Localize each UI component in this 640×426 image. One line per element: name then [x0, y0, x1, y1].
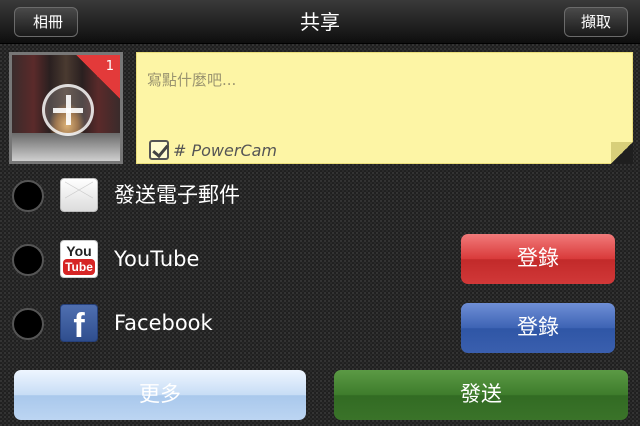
youtube-radio[interactable]	[12, 244, 44, 276]
send-button[interactable]: 發送	[334, 370, 628, 420]
youtube-icon-top: You	[66, 243, 92, 259]
youtube-label: YouTube	[114, 247, 200, 271]
facebook-login-button[interactable]: 登錄	[461, 303, 615, 353]
back-to-album-button[interactable]: 相冊	[14, 7, 78, 37]
page-title: 共享	[300, 10, 340, 34]
powercam-tag-toggle[interactable]: # PowerCam	[149, 139, 277, 161]
back-button-label: 相冊	[32, 13, 63, 31]
service-row-youtube[interactable]: You Tube YouTube 登錄	[0, 234, 640, 284]
photo-thumbnail[interactable]: 1	[9, 52, 123, 164]
service-row-facebook[interactable]: f Facebook 登錄	[0, 298, 640, 353]
caption-note: # PowerCam	[136, 52, 633, 164]
more-button[interactable]: 更多	[14, 370, 306, 420]
facebook-label: Facebook	[114, 311, 213, 335]
caption-input[interactable]	[147, 69, 607, 129]
note-fold-corner	[611, 142, 633, 164]
tag-label: # PowerCam	[173, 140, 277, 160]
facebook-icon: f	[60, 304, 98, 342]
navigation-bar: 共享 相冊 擷取	[0, 0, 640, 44]
email-label: 發送電子郵件	[114, 183, 240, 207]
photo-count: 1	[105, 59, 114, 74]
service-row-email[interactable]: 發送電子郵件	[0, 170, 640, 220]
photo-count-badge: 1	[76, 55, 120, 99]
mail-icon	[60, 178, 98, 212]
youtube-login-button[interactable]: 登錄	[461, 234, 615, 284]
email-radio[interactable]	[12, 180, 44, 212]
tag-checkbox[interactable]	[149, 140, 169, 160]
capture-button[interactable]: 擷取	[564, 7, 628, 37]
facebook-radio[interactable]	[12, 308, 44, 340]
youtube-icon: You Tube	[60, 240, 98, 278]
youtube-icon-bottom: Tube	[63, 259, 95, 275]
